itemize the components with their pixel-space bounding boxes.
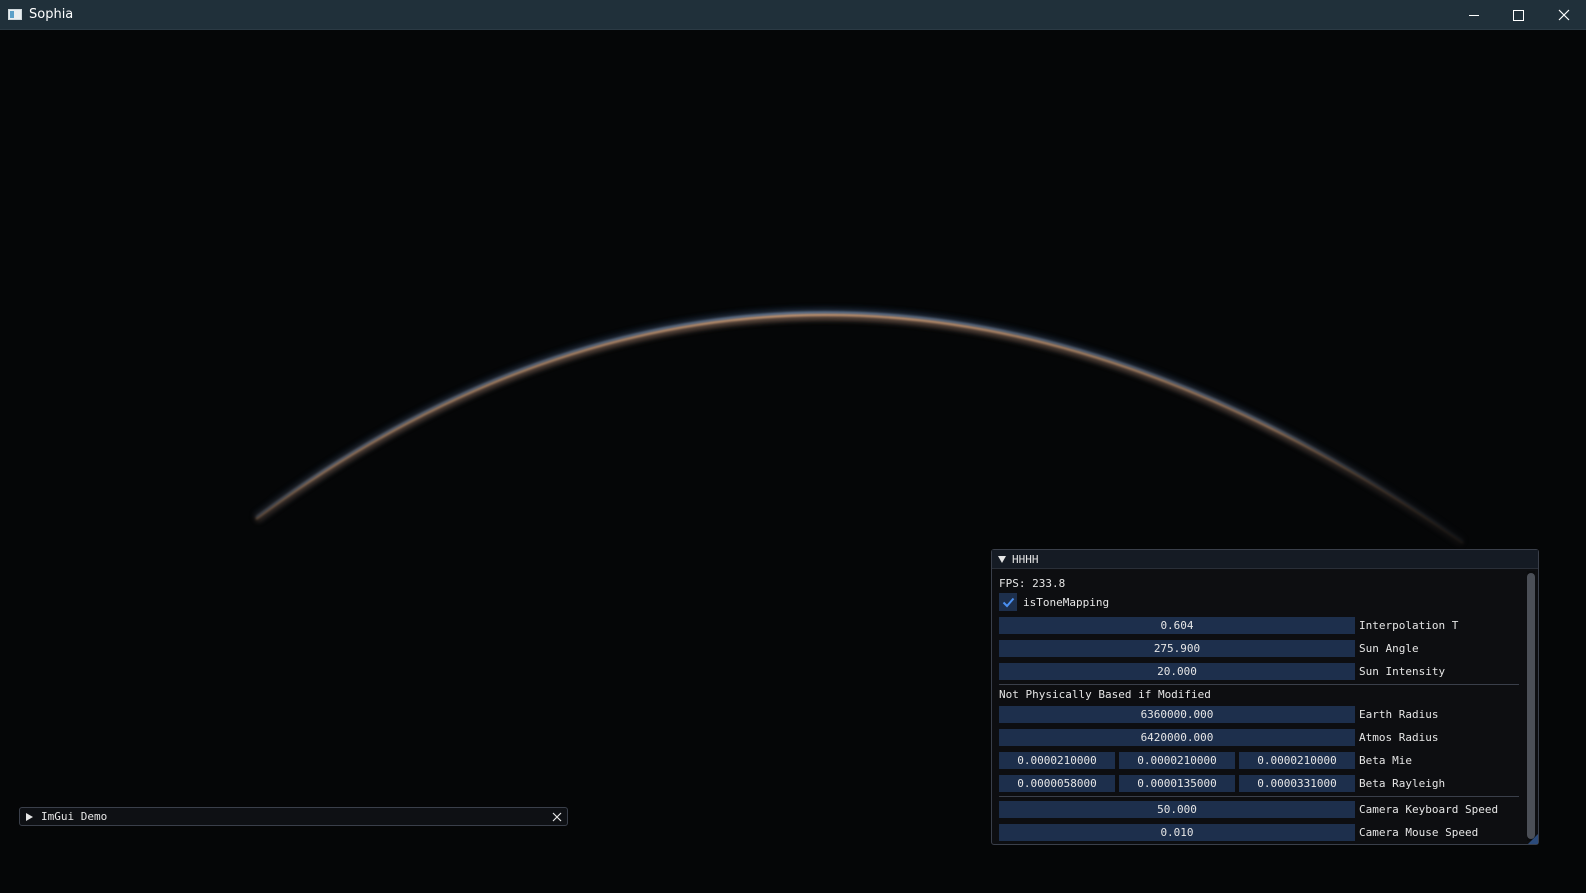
beta-mie-b-field[interactable]: 0.0000210000 [1239, 751, 1355, 769]
beta-mie-r-field[interactable]: 0.0000210000 [999, 751, 1115, 769]
slider-label: Interpolation T [1359, 618, 1459, 632]
separator [999, 796, 1519, 797]
panel-title: HHHH [1012, 552, 1039, 566]
beta-mie-g-field[interactable]: 0.0000210000 [1119, 751, 1235, 769]
collapse-arrow-icon[interactable] [998, 555, 1006, 563]
slider-label: Sun Angle [1359, 641, 1419, 655]
sun-intensity-slider[interactable]: 20.000 [999, 662, 1355, 680]
vertical-scrollbar[interactable] [1527, 571, 1535, 841]
atmos-radius-field[interactable]: 6420000.000 [999, 728, 1355, 746]
beta-rayleigh-r-field[interactable]: 0.0000058000 [999, 774, 1115, 792]
settings-panel[interactable]: HHHH FPS: 233.8 isToneMapping 0.604 Inte… [991, 549, 1539, 845]
camera-row[interactable]: 0.010 Camera Mouse Speed [999, 823, 1478, 841]
slider-label: Sun Intensity [1359, 664, 1446, 678]
slider-row[interactable]: 275.900 Sun Angle [999, 639, 1419, 657]
field-label: Earth Radius [1359, 707, 1439, 721]
section-text: Not Physically Based if Modified [999, 687, 1211, 701]
fps-text: FPS: 233.8 [999, 576, 1066, 590]
tonemapping-checkbox[interactable] [999, 593, 1017, 611]
camera-mouse-speed-slider[interactable]: 0.010 [999, 823, 1355, 841]
field-label: Beta Mie [1359, 753, 1412, 767]
camera-keyboard-speed-slider[interactable]: 50.000 [999, 800, 1355, 818]
beta-rayleigh-b-field[interactable]: 0.0000331000 [1239, 774, 1355, 792]
interpolation-t-slider[interactable]: 0.604 [999, 616, 1355, 634]
demo-close-button[interactable] [549, 809, 564, 824]
physics-row[interactable]: 6360000.000 Earth Radius [999, 705, 1438, 723]
expand-arrow-icon[interactable] [26, 812, 33, 821]
slider-label: Camera Keyboard Speed [1359, 802, 1499, 816]
slider-row[interactable]: 0.604 Interpolation T [999, 616, 1458, 634]
beta-mie-row[interactable]: 0.0000210000 0.0000210000 0.0000210000 B… [999, 751, 1412, 769]
earth-radius-field[interactable]: 6360000.000 [999, 705, 1355, 723]
beta-rayleigh-row[interactable]: 0.0000058000 0.0000135000 0.0000331000 B… [999, 774, 1445, 792]
close-icon [552, 812, 561, 821]
close-icon [1558, 9, 1569, 21]
window-title: Sophia [29, 7, 74, 22]
checkmark-icon [1002, 597, 1014, 607]
section-text-row: Not Physically Based if Modified [999, 685, 1211, 703]
slider-label: Camera Mouse Speed [1359, 825, 1479, 839]
minimize-button[interactable] [1451, 0, 1496, 30]
field-label: Atmos Radius [1359, 730, 1439, 744]
demo-window-title: ImGui Demo [41, 810, 108, 823]
title-bar[interactable]: Sophia [0, 0, 1586, 30]
window-controls [1451, 0, 1586, 30]
field-label: Beta Rayleigh [1359, 776, 1446, 790]
sun-angle-slider[interactable]: 275.900 [999, 639, 1355, 657]
resize-grip-icon[interactable] [1528, 834, 1538, 844]
camera-row[interactable]: 50.000 Camera Keyboard Speed [999, 800, 1498, 818]
physics-row[interactable]: 6420000.000 Atmos Radius [999, 728, 1438, 746]
tonemapping-row[interactable]: isToneMapping [999, 593, 1109, 611]
app-window-icon [8, 9, 22, 20]
maximize-button[interactable] [1496, 0, 1541, 30]
imgui-demo-window[interactable]: ImGui Demo [19, 807, 568, 826]
fps-row: FPS: 233.8 [999, 574, 1065, 592]
close-button[interactable] [1541, 0, 1586, 30]
panel-header[interactable]: HHHH [992, 550, 1538, 569]
slider-row[interactable]: 20.000 Sun Intensity [999, 662, 1445, 680]
maximize-icon [1513, 9, 1524, 21]
scrollbar-thumb[interactable] [1527, 573, 1535, 839]
tonemapping-label: isToneMapping [1023, 595, 1110, 609]
minimize-icon [1468, 14, 1479, 16]
beta-rayleigh-g-field[interactable]: 0.0000135000 [1119, 774, 1235, 792]
